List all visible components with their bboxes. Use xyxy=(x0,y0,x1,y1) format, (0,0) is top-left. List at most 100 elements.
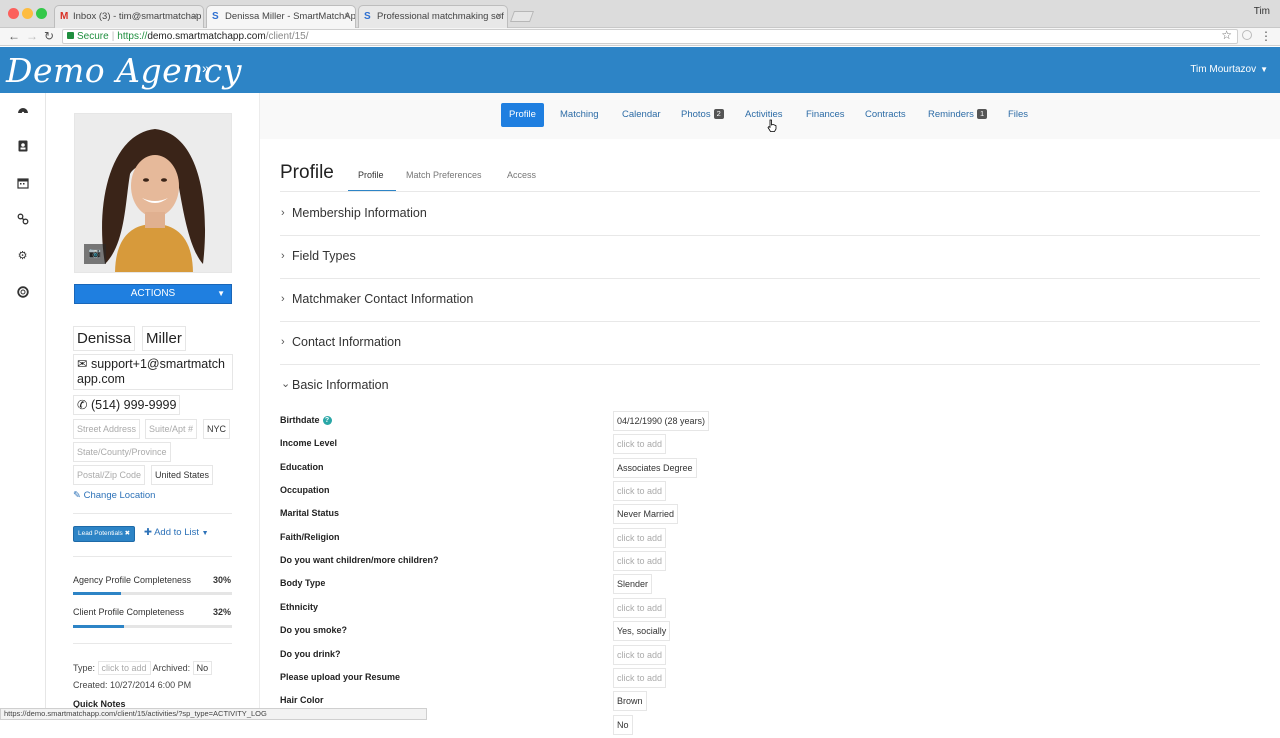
remove-tag-icon[interactable]: ✖ xyxy=(125,530,130,537)
field-value[interactable]: Brown xyxy=(613,691,647,712)
dashboard-icon[interactable] xyxy=(16,105,29,118)
add-to-list-button[interactable]: ✚ Add to List ▼ xyxy=(144,527,209,538)
section-matchmaker-contact-information[interactable]: › Matchmaker Contact Information xyxy=(280,279,1260,322)
secure-label: Secure xyxy=(77,31,109,42)
tab-label: Finances xyxy=(806,109,845,120)
field-value[interactable]: click to add xyxy=(613,667,667,688)
field-value[interactable]: click to add xyxy=(613,434,667,455)
envelope-icon: ✉ xyxy=(77,357,88,371)
tab-finances[interactable]: Finances xyxy=(798,103,853,127)
actions-label: ACTIONS xyxy=(130,288,176,299)
close-tab-icon[interactable]: × xyxy=(192,6,198,28)
client-photo[interactable]: 📷 xyxy=(74,113,232,273)
type-field[interactable]: click to add xyxy=(97,661,151,675)
actions-button[interactable]: ACTIONS ▼ xyxy=(74,284,232,304)
divider xyxy=(73,643,232,644)
field-row: Hair Color Brown xyxy=(280,691,1260,714)
suite-field[interactable]: Suite/Apt # xyxy=(145,419,198,439)
postal-code-field[interactable]: Postal/Zip Code xyxy=(73,465,146,485)
field-row: Marital Status Never Married xyxy=(280,504,1260,527)
help-icon[interactable] xyxy=(16,286,29,299)
smartmatch-icon: S xyxy=(212,11,219,22)
tab-calendar[interactable]: Calendar xyxy=(614,103,669,127)
close-tab-icon[interactable]: × xyxy=(496,6,502,28)
contacts-icon[interactable] xyxy=(16,140,29,153)
list-tag-label: Lead Potentials xyxy=(78,530,123,537)
bookmark-star-icon[interactable]: ☆ xyxy=(1221,28,1232,42)
divider xyxy=(73,513,232,514)
section-contact-information[interactable]: › Contact Information xyxy=(280,322,1260,365)
field-value[interactable]: Associates Degree xyxy=(613,457,697,478)
first-name-field[interactable]: Denissa xyxy=(73,326,136,351)
browser-profile-name[interactable]: Tim xyxy=(1254,6,1270,17)
address-bar[interactable]: Secure | https://demo.smartmatchapp.com/cl… xyxy=(62,29,1238,44)
browser-tab-client[interactable]: S Denissa Miller - SmartMatchAp × xyxy=(206,5,356,28)
last-name-field[interactable]: Miller xyxy=(142,326,186,351)
close-tab-icon[interactable]: × xyxy=(344,6,350,28)
minimize-window-button[interactable] xyxy=(22,8,33,19)
tab-files[interactable]: Files xyxy=(1000,103,1036,127)
caret-down-icon: ▼ xyxy=(217,289,225,298)
phone-field[interactable]: ✆ (514) 999-9999 xyxy=(73,395,181,415)
settings-icon[interactable]: ⚙ xyxy=(16,250,29,263)
back-icon[interactable]: ← xyxy=(8,29,20,43)
list-tag[interactable]: Lead Potentials ✖ xyxy=(73,526,136,542)
close-window-button[interactable] xyxy=(8,8,19,19)
section-title: Contact Information xyxy=(292,335,402,349)
field-value[interactable]: click to add xyxy=(613,527,667,548)
field-value[interactable]: 04/12/1990 (28 years) xyxy=(613,411,710,431)
street-address-field[interactable]: Street Address xyxy=(73,419,141,439)
browser-tab-gmail[interactable]: M Inbox (3) - tim@smartmatchap × xyxy=(54,5,204,28)
subtab-profile[interactable]: Profile xyxy=(358,170,384,180)
field-value[interactable]: click to add xyxy=(613,644,667,665)
country-field[interactable]: United States xyxy=(151,465,214,485)
tab-matching[interactable]: Matching xyxy=(552,103,607,127)
tab-reminders[interactable]: Reminders 1 xyxy=(920,103,995,127)
field-label: Birthdate? xyxy=(280,415,332,426)
field-row: Birthdate? 04/12/1990 (28 years) xyxy=(280,411,1260,434)
field-value[interactable]: No xyxy=(613,714,633,735)
city-field[interactable]: NYC xyxy=(203,419,231,439)
section-membership-information[interactable]: › Membership Information xyxy=(280,193,1260,236)
field-value[interactable]: click to add xyxy=(613,551,667,572)
change-location-link[interactable]: ✎ Change Location xyxy=(73,490,155,501)
field-value[interactable]: Slender xyxy=(613,574,653,595)
field-value[interactable]: Yes, socially xyxy=(613,621,671,642)
field-value[interactable]: click to add xyxy=(613,481,667,502)
subtab-access[interactable]: Access xyxy=(507,170,536,180)
extension-icon[interactable] xyxy=(1242,30,1252,40)
field-label: Do you drink? xyxy=(280,648,341,659)
subtab-match-preferences[interactable]: Match Preferences xyxy=(406,170,482,180)
app-header: Demo Agency » Tim Mourtazov ▼ xyxy=(0,47,1280,93)
email-field[interactable]: ✉ support+1@smartmatchapp.com xyxy=(73,354,233,390)
tab-activities[interactable]: Activities xyxy=(737,103,790,127)
tab-contracts[interactable]: Contracts xyxy=(857,103,914,127)
field-row: Occupation click to add xyxy=(280,481,1260,504)
archived-field[interactable]: No xyxy=(192,661,213,675)
help-icon[interactable]: ? xyxy=(322,416,332,426)
forward-icon[interactable]: → xyxy=(26,29,38,43)
tab-photos[interactable]: Photos 2 xyxy=(673,103,732,127)
section-field-types[interactable]: › Field Types xyxy=(280,236,1260,279)
field-value[interactable]: Never Married xyxy=(613,504,679,525)
reload-icon[interactable]: ↻ xyxy=(44,29,54,43)
field-value[interactable]: click to add xyxy=(613,597,667,618)
mouse-cursor xyxy=(767,119,777,132)
account-menu[interactable]: Tim Mourtazov ▼ xyxy=(1190,64,1268,75)
url-host: demo.smartmatchapp.com xyxy=(147,31,266,42)
tab-profile[interactable]: Profile xyxy=(501,103,544,127)
zoom-window-button[interactable] xyxy=(36,8,47,19)
browser-tab-website[interactable]: S Professional matchmaking sof × xyxy=(358,5,508,28)
count-badge: 2 xyxy=(713,109,724,120)
camera-icon[interactable]: 📷 xyxy=(84,244,106,264)
field-row: Education Associates Degree xyxy=(280,457,1260,481)
section-basic-information[interactable]: ⌄ Basic Information xyxy=(280,365,1260,408)
links-icon[interactable] xyxy=(16,213,29,226)
new-tab-button[interactable] xyxy=(509,11,535,22)
calendar-icon[interactable] xyxy=(16,177,29,190)
chevron-down-icon: ⌄ xyxy=(281,378,291,390)
browser-menu-icon[interactable]: ⋮ xyxy=(1260,29,1272,43)
url-path: /client/15/ xyxy=(265,31,309,42)
expand-sidebar-icon[interactable]: » xyxy=(202,60,210,76)
state-field[interactable]: State/County/Province xyxy=(73,442,171,462)
